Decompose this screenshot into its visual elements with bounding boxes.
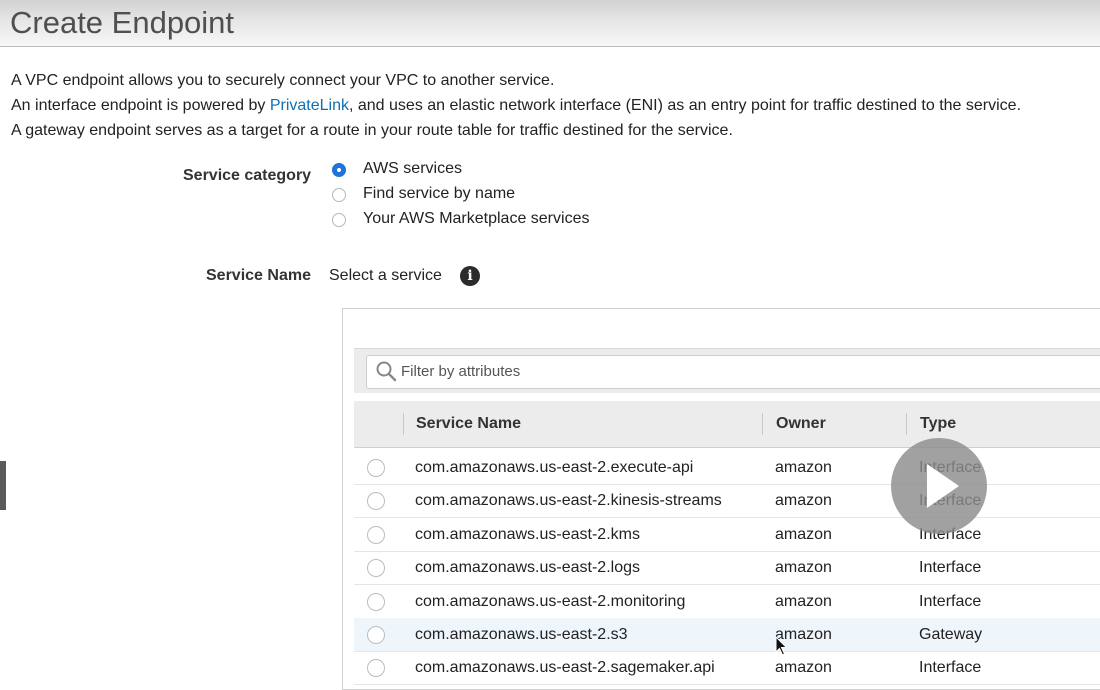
service-name-label: Service Name (206, 267, 311, 284)
description-line-3: A gateway endpoint serves as a target fo… (11, 122, 733, 139)
cell-owner: amazon (775, 492, 832, 509)
cell-type: Interface (919, 659, 982, 676)
row-select-radio[interactable] (367, 626, 385, 644)
table-header: Service Name Owner Type (354, 401, 1100, 448)
row-select-radio[interactable] (367, 526, 385, 544)
column-divider (403, 413, 404, 435)
search-icon (376, 361, 397, 382)
row-select-radio[interactable] (367, 593, 385, 611)
privatelink-link[interactable]: PrivateLink (270, 97, 349, 114)
cell-type: Gateway (919, 626, 983, 643)
service-category-label: Service category (183, 167, 312, 184)
table-row[interactable]: com.amazonaws.us-east-2.execute-api amaz… (354, 451, 1100, 485)
column-header-owner[interactable]: Owner (776, 401, 826, 447)
table-row[interactable]: com.amazonaws.us-east-2.s3 amazon Gatewa… (354, 618, 1100, 652)
filter-box[interactable] (366, 355, 1100, 389)
column-divider (906, 413, 907, 435)
cell-service-name: com.amazonaws.us-east-2.monitoring (415, 593, 686, 610)
info-icon[interactable]: i (460, 266, 480, 286)
description-line-1: A VPC endpoint allows you to securely co… (11, 72, 555, 89)
description-line-2-start: An interface endpoint is powered by (11, 97, 270, 114)
radio-label-find-service-by-name[interactable]: Find service by name (363, 185, 515, 203)
row-select-radio[interactable] (367, 559, 385, 577)
radio-label-marketplace-services[interactable]: Your AWS Marketplace services (363, 210, 589, 228)
row-select-radio[interactable] (367, 492, 385, 510)
cell-owner: amazon (775, 593, 832, 610)
cell-type: Interface (919, 559, 982, 576)
cell-service-name: com.amazonaws.us-east-2.logs (415, 559, 640, 576)
cell-type: Interface (919, 593, 982, 610)
row-select-radio[interactable] (367, 659, 385, 677)
table-row[interactable]: com.amazonaws.us-east-2.sagemaker.api am… (354, 651, 1100, 685)
cell-service-name: com.amazonaws.us-east-2.s3 (415, 626, 628, 643)
table-row[interactable]: com.amazonaws.us-east-2.logs amazon Inte… (354, 551, 1100, 585)
row-select-radio[interactable] (367, 459, 385, 477)
service-name-value: Select a service (329, 267, 442, 284)
filter-bar (354, 348, 1100, 393)
left-edge-handle[interactable] (0, 461, 6, 510)
column-header-service-name[interactable]: Service Name (416, 401, 521, 447)
cell-owner: amazon (775, 459, 832, 476)
cell-service-name: com.amazonaws.us-east-2.sagemaker.api (415, 659, 715, 676)
table-row[interactable]: com.amazonaws.us-east-2.kms amazon Inter… (354, 518, 1100, 552)
cell-service-name: com.amazonaws.us-east-2.kms (415, 526, 640, 543)
radio-aws-services[interactable] (332, 163, 346, 177)
radio-find-service-by-name[interactable] (332, 188, 346, 202)
cell-owner: amazon (775, 559, 832, 576)
table-row[interactable]: com.amazonaws.us-east-2.monitoring amazo… (354, 585, 1100, 619)
page-header: Create Endpoint (0, 0, 1100, 47)
cell-service-name: com.amazonaws.us-east-2.execute-api (415, 459, 694, 476)
cell-service-name: com.amazonaws.us-east-2.kinesis-streams (415, 492, 722, 509)
description-line-2-end: , and uses an elastic network interface … (348, 97, 1022, 114)
radio-label-aws-services[interactable]: AWS services (363, 160, 462, 178)
radio-marketplace-services[interactable] (332, 213, 346, 227)
cell-owner: amazon (775, 526, 832, 543)
column-divider (762, 413, 763, 435)
play-icon[interactable] (891, 438, 987, 534)
mouse-pointer-icon (775, 636, 788, 656)
description-line-2: An interface endpoint is powered by Priv… (11, 97, 1021, 115)
table-row[interactable]: com.amazonaws.us-east-2.kinesis-streams … (354, 484, 1100, 518)
filter-input[interactable] (401, 356, 1100, 386)
page-title: Create Endpoint (10, 5, 235, 40)
